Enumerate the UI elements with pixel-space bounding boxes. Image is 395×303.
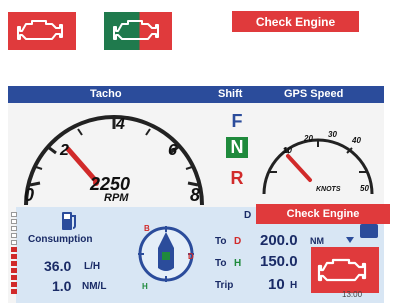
level-segment (11, 261, 17, 266)
level-segment (11, 289, 17, 294)
compass-marker-h: H (142, 282, 148, 291)
tacho-tick-6: 6 (168, 142, 177, 159)
compass-marker-d: D (188, 252, 194, 261)
gps-needle (286, 154, 312, 182)
fuel-pump-icon (62, 212, 76, 230)
compass-marker-b: B (144, 224, 150, 233)
arrow-down-icon (346, 237, 354, 243)
nav-row2-target: H (234, 258, 242, 269)
consumption-econ-unit: NM/L (82, 281, 107, 292)
nav-row2-value: 150.0 (260, 253, 298, 270)
display-header: Tacho Shift GPS Speed (8, 86, 384, 103)
tacho-tick-0: 0 (24, 185, 35, 205)
level-segment (11, 233, 17, 238)
level-segment (11, 282, 17, 287)
consumption-rate-unit: L/H (84, 261, 101, 272)
level-segment (11, 254, 17, 259)
nav-row1-target: D (234, 236, 242, 247)
tacho-tick-2: 2 (60, 142, 69, 159)
shift-forward: F (231, 111, 243, 131)
nav-row3-value: 10 (268, 276, 285, 293)
consumption-title: Consumption (28, 234, 93, 245)
rpm-unit: RPM (104, 192, 129, 204)
level-segment (11, 219, 17, 224)
nav-row1-label: To (215, 236, 227, 247)
engine-icon (113, 20, 159, 40)
nav-row2-label: To (215, 258, 227, 269)
gps-tick-50: 50 (360, 184, 369, 193)
nav-row3-unit: H (290, 280, 298, 291)
level-segment (11, 212, 17, 217)
level-segment (11, 240, 17, 245)
tacho-tick-4: 4 (116, 116, 125, 133)
level-segment (11, 268, 17, 273)
nav-row1-value: 200.0 (260, 232, 298, 249)
level-segment (11, 275, 17, 280)
consumption-rate-value: 36.0 (44, 258, 72, 274)
engine-icon (317, 258, 367, 282)
gps-tick-10: 10 (283, 146, 292, 155)
nav-header: D (244, 210, 252, 221)
shift-reverse: R (230, 168, 244, 188)
check-engine-alert: Check Engine (256, 204, 390, 224)
header-tacho: Tacho (90, 88, 122, 100)
shift-neutral: N (226, 137, 248, 158)
header-gps-speed: GPS Speed (284, 88, 344, 100)
clock-time: 13:00 (342, 290, 363, 299)
level-segment (11, 247, 17, 252)
nav-row1-unit: NM (310, 236, 324, 246)
header-shift: Shift (218, 88, 243, 100)
engine-warning-tile-red (8, 12, 76, 50)
engine-warning-tile-split (104, 12, 172, 50)
gps-tick-40: 40 (352, 136, 361, 145)
engine-icon (17, 20, 63, 40)
level-segment (11, 226, 17, 231)
nav-row3-label: Trip (215, 280, 234, 291)
engine-alert-tile (311, 247, 379, 293)
check-engine-badge: Check Engine (232, 11, 359, 32)
gps-unit: KNOTS (316, 186, 341, 193)
consumption-econ-value: 1.0 (52, 278, 72, 294)
gps-tick-30: 30 (328, 130, 337, 139)
gps-tick-20: 20 (304, 134, 313, 143)
tacho-tick-8: 8 (190, 185, 201, 205)
